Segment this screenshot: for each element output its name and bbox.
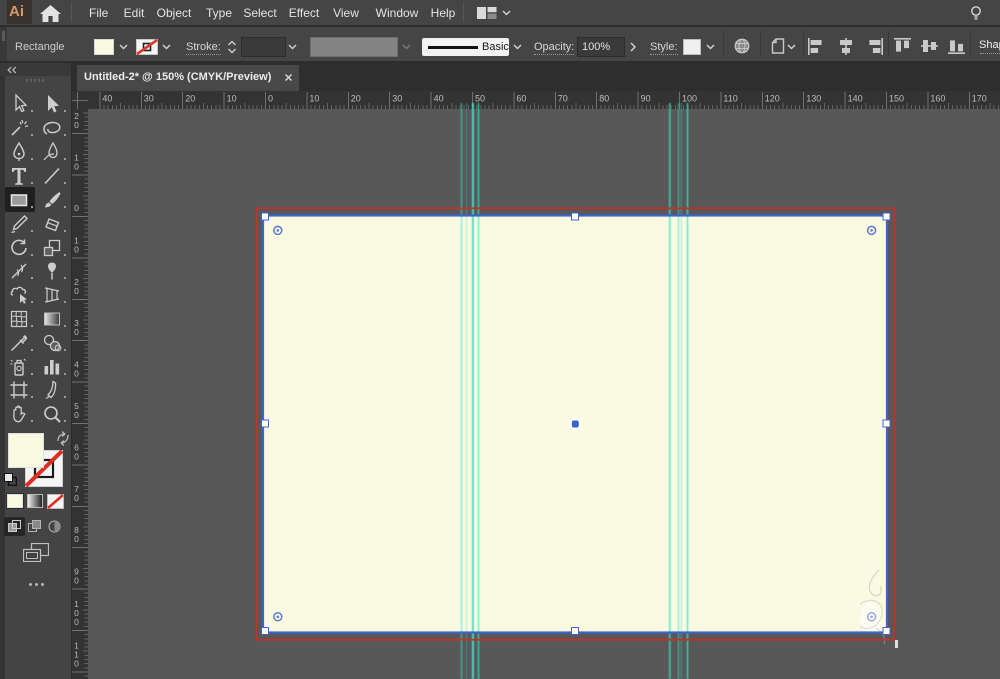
svg-text:0: 0 [74,534,79,544]
svg-text:0: 0 [74,244,79,254]
svg-text:30: 30 [144,94,154,104]
svg-text:170: 170 [972,94,987,104]
svg-text:110: 110 [723,94,737,104]
svg-text:0: 0 [74,493,79,503]
svg-text:0: 0 [74,203,79,213]
svg-text:90: 90 [641,94,651,104]
svg-text:80: 80 [599,94,609,104]
svg-text:130: 130 [806,94,821,104]
svg-text:60: 60 [516,94,526,104]
svg-text:40: 40 [434,94,444,104]
svg-text:0: 0 [74,369,79,379]
svg-text:50: 50 [475,94,485,104]
svg-text:140: 140 [848,94,863,104]
svg-text:70: 70 [558,94,568,104]
svg-text:20: 20 [351,94,361,104]
svg-text:10: 10 [309,94,319,104]
svg-text:20: 20 [185,94,195,104]
svg-text:0: 0 [74,410,79,420]
svg-text:40: 40 [102,94,112,104]
svg-text:0: 0 [74,286,79,296]
svg-text:0: 0 [74,162,79,172]
svg-text:0: 0 [74,451,79,461]
svg-text:0: 0 [268,94,273,104]
svg-text:30: 30 [392,94,402,104]
svg-text:100: 100 [682,94,697,104]
svg-text:0: 0 [74,658,79,668]
svg-text:160: 160 [930,94,945,104]
svg-text:150: 150 [889,94,904,104]
svg-text:10: 10 [227,94,237,104]
svg-text:0: 0 [74,120,79,130]
svg-text:120: 120 [765,94,780,104]
svg-text:0: 0 [74,576,79,586]
svg-text:0: 0 [74,617,79,627]
svg-text:0: 0 [74,327,79,337]
